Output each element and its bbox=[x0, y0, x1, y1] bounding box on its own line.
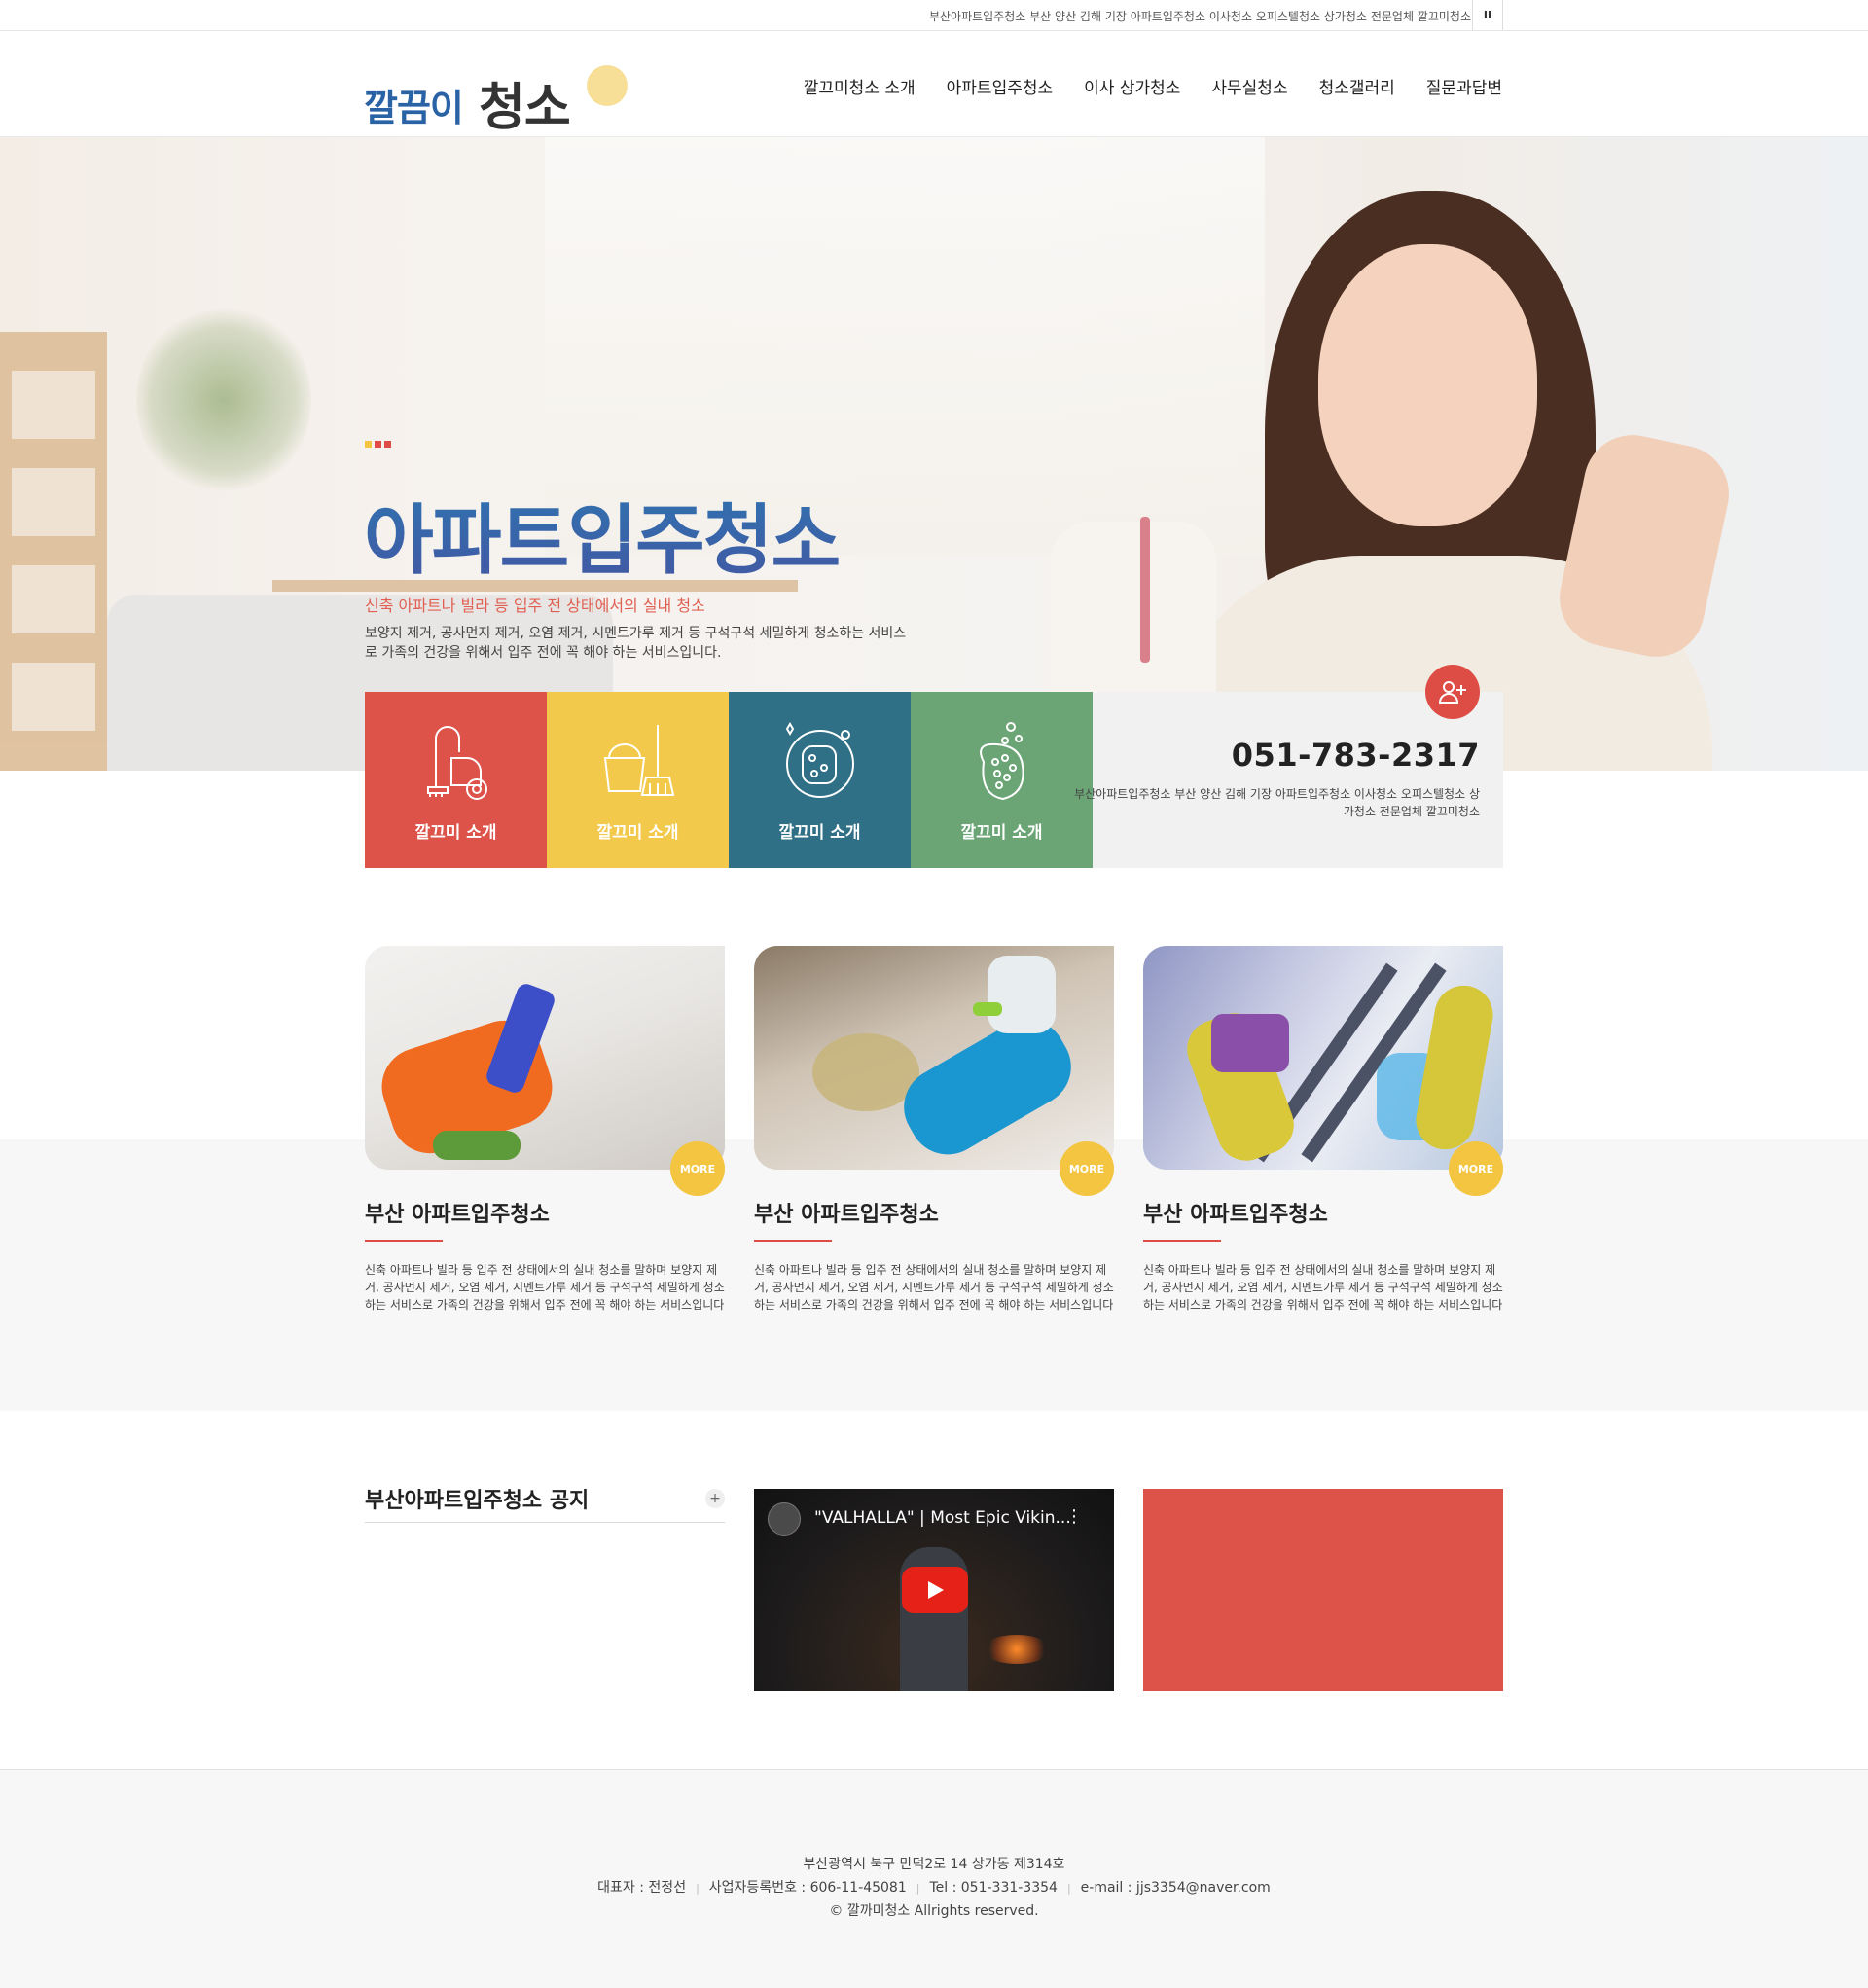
nav-item-qna[interactable]: 질문과답변 bbox=[1426, 74, 1502, 98]
sponge-bubbles-icon bbox=[785, 722, 854, 798]
service-card-3: MORE 부산 아파트입주청소 신축 아파트나 빌라 등 입주 전 상태에서의 … bbox=[1143, 946, 1503, 1314]
footer-representative: 대표자 : 전정선 bbox=[597, 1880, 687, 1896]
hero-woman-face bbox=[1318, 244, 1537, 526]
footer-separator: | bbox=[1066, 1882, 1071, 1895]
hero-title: 아파트입주청소 bbox=[364, 480, 841, 589]
contact-phone[interactable]: 051-783-2317 bbox=[1232, 737, 1480, 774]
vacuum-icon bbox=[426, 726, 487, 800]
card-underline bbox=[365, 1240, 443, 1242]
scrub-sponge-icon bbox=[979, 722, 1024, 801]
card-description: 신축 아파트나 빌라 등 입주 전 상태에서의 실내 청소를 말하며 보양지 제… bbox=[754, 1263, 1114, 1312]
nav-item-apartment-cleaning[interactable]: 아파트입주청소 bbox=[947, 74, 1053, 98]
card-title[interactable]: 부산 아파트입주청소 bbox=[754, 1197, 1114, 1228]
hero-bg-shelf bbox=[0, 332, 107, 771]
card-underline bbox=[1143, 1240, 1221, 1242]
hero-description: 보양지 제거, 공사먼지 제거, 오염 제거, 시멘트가루 제거 등 구석구석 … bbox=[365, 626, 907, 661]
card-description: 신축 아파트나 빌라 등 입주 전 상태에서의 실내 청소를 말하며 보양지 제… bbox=[365, 1263, 725, 1312]
pause-button[interactable]: II bbox=[1473, 0, 1503, 30]
nav-item-moving-store-cleaning[interactable]: 이사 상가청소 bbox=[1084, 74, 1180, 98]
card-title[interactable]: 부산 아파트입주청소 bbox=[1143, 1197, 1503, 1228]
nav-item-gallery[interactable]: 청소갤러리 bbox=[1319, 74, 1395, 98]
service-box-3[interactable]: 깔끄미 소개 bbox=[729, 692, 911, 868]
notice-board: 부산아파트입주청소 공지 + bbox=[365, 1483, 725, 1523]
hero-banner: 아파트입주청소 신축 아파트나 빌라 등 입주 전 상태에서의 실내 청소 보양… bbox=[0, 137, 1868, 771]
service-boxes: 깔끄미 소개 깔끄미 소개 깔끄미 소개 깔끄미 소개 051-783-2317… bbox=[365, 665, 1503, 868]
footer-email: e-mail : jjs3354@naver.com bbox=[1080, 1880, 1271, 1896]
hero-dot bbox=[384, 441, 391, 448]
logo-text-part2: 청소 bbox=[479, 79, 571, 137]
youtube-video-embed[interactable]: "VALHALLA" | Most Epic Vikin... ⋮ bbox=[754, 1489, 1114, 1691]
card-underline bbox=[754, 1240, 832, 1242]
service-box-1[interactable]: 깔끄미 소개 bbox=[365, 692, 547, 868]
service-card-1: MORE 부산 아파트입주청소 신축 아파트나 빌라 등 입주 전 상태에서의 … bbox=[365, 946, 725, 1314]
service-box-4[interactable]: 깔끄미 소개 bbox=[911, 692, 1093, 868]
main-nav: 깔끄미청소 소개 아파트입주청소 이사 상가청소 사무실청소 청소갤러리 질문과… bbox=[804, 74, 1502, 98]
site-footer: 부산광역시 북구 만덕2로 14 상가동 제314호 대표자 : 전정선 | 사업자… bbox=[0, 1769, 1868, 1988]
card-image-orange-glove[interactable] bbox=[365, 946, 725, 1170]
card-image-yellow-glove[interactable] bbox=[1143, 946, 1503, 1170]
top-bar: 부산아파트입주청소 부산 양산 김해 기장 아파트입주청소 이사청소 오피스텔청… bbox=[0, 0, 1868, 31]
notice-divider bbox=[365, 1522, 725, 1523]
contact-box: 051-783-2317 부산아파트입주청소 부산 양산 김해 기장 아파트입주… bbox=[1074, 665, 1503, 868]
hero-towel-stripe bbox=[1140, 517, 1150, 663]
footer-business-number: 사업자등록번호 : 606-11-45081 bbox=[708, 1880, 907, 1896]
contact-description: 부산아파트입주청소 부산 양산 김해 기장 아파트입주청소 이사청소 오피스텔청… bbox=[1074, 787, 1480, 818]
video-title[interactable]: "VALHALLA" | Most Epic Vikin... bbox=[814, 1508, 1071, 1528]
bucket-broom-icon bbox=[603, 725, 674, 796]
service-box-label: 깔끄미 소개 bbox=[778, 823, 861, 843]
topbar-text: 부산아파트입주청소 부산 양산 김해 기장 아파트입주청소 이사청소 오피스텔청… bbox=[928, 10, 1471, 23]
hero-dots-decoration bbox=[365, 441, 391, 448]
add-user-icon[interactable] bbox=[1425, 665, 1480, 719]
card-more-button[interactable]: MORE bbox=[1060, 1141, 1114, 1196]
red-banner-box bbox=[1143, 1489, 1503, 1691]
site-header: 깔끔이 청소 깔끄미청소 소개 아파트입주청소 이사 상가청소 사무실청소 청소… bbox=[0, 31, 1868, 137]
service-box-label: 깔끄미 소개 bbox=[960, 823, 1043, 843]
notice-more-plus-icon[interactable]: + bbox=[705, 1489, 725, 1508]
video-thumbnail-fire bbox=[983, 1635, 1051, 1664]
footer-copyright: © 깔까미청소 Allrights reserved. bbox=[829, 1903, 1039, 1919]
service-box-2[interactable]: 깔끄미 소개 bbox=[547, 692, 729, 868]
footer-address: 부산광역시 북구 만덕2로 14 상가동 제314호 bbox=[803, 1857, 1065, 1872]
card-title[interactable]: 부산 아파트입주청소 bbox=[365, 1197, 725, 1228]
video-channel-avatar[interactable] bbox=[768, 1502, 801, 1536]
hero-bg-plant bbox=[136, 303, 311, 497]
card-description: 신축 아파트나 빌라 등 입주 전 상태에서의 실내 청소를 말하며 보양지 제… bbox=[1143, 1263, 1503, 1312]
hero-dot bbox=[365, 441, 372, 448]
footer-info: 대표자 : 전정선 | 사업자등록번호 : 606-11-45081 | Tel : 0… bbox=[0, 1877, 1868, 1897]
service-box-label: 깔끄미 소개 bbox=[596, 823, 679, 843]
logo-circle-decoration bbox=[587, 65, 628, 106]
card-image-blue-glove[interactable] bbox=[754, 946, 1114, 1170]
footer-tel: Tel : 051-331-3354 bbox=[929, 1880, 1058, 1896]
footer-separator: | bbox=[916, 1882, 920, 1895]
service-card-2: MORE 부산 아파트입주청소 신축 아파트나 빌라 등 입주 전 상태에서의 … bbox=[754, 946, 1114, 1314]
play-icon[interactable] bbox=[902, 1567, 968, 1613]
service-box-label: 깔끄미 소개 bbox=[414, 823, 497, 843]
nav-item-about[interactable]: 깔끄미청소 소개 bbox=[804, 74, 916, 98]
nav-item-office-cleaning[interactable]: 사무실청소 bbox=[1211, 74, 1287, 98]
video-menu-icon[interactable]: ⋮ bbox=[1065, 1506, 1083, 1527]
card-more-button[interactable]: MORE bbox=[1449, 1141, 1503, 1196]
hero-subtitle: 신축 아파트나 빌라 등 입주 전 상태에서의 실내 청소 bbox=[365, 596, 705, 615]
footer-separator: | bbox=[696, 1882, 700, 1895]
hero-dot bbox=[375, 441, 381, 448]
notice-title[interactable]: 부산아파트입주청소 공지 bbox=[365, 1483, 725, 1514]
card-more-button[interactable]: MORE bbox=[670, 1141, 725, 1196]
logo-text-part1: 깔끔이 bbox=[364, 87, 464, 129]
